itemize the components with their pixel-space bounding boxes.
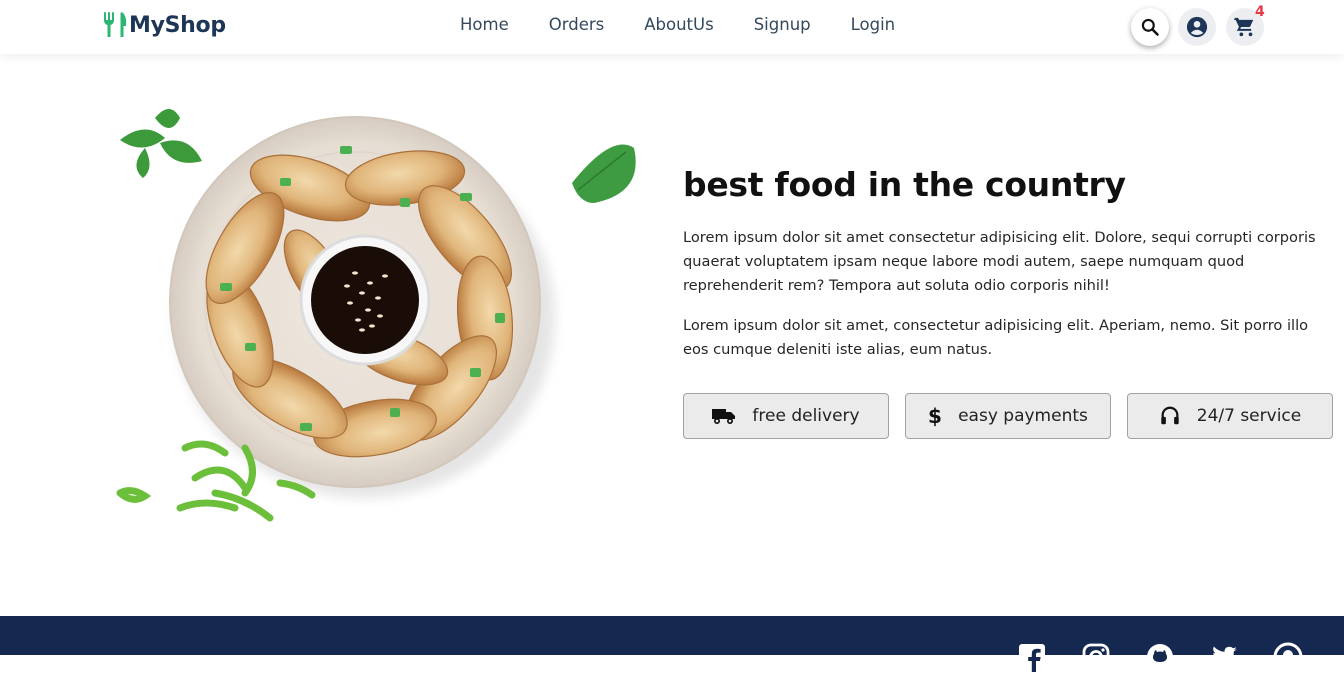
nav-aboutus[interactable]: AboutUs (644, 15, 713, 34)
utensils-icon (104, 12, 127, 37)
nav-orders[interactable]: Orders (549, 15, 605, 34)
nav-home[interactable]: Home (460, 15, 509, 34)
feature-easy-payments[interactable]: $ easy payments (905, 393, 1111, 439)
social-links (1017, 642, 1303, 672)
feature-label: 24/7 service (1196, 406, 1302, 426)
cart-count-badge: 4 (1255, 4, 1265, 20)
hero-paragraph-1: Lorem ipsum dolor sit amet consectetur a… (683, 229, 1316, 294)
github-icon[interactable] (1145, 642, 1175, 672)
brand-logo[interactable]: MyShop (102, 10, 226, 40)
cart-icon (1234, 17, 1254, 37)
truck-icon (712, 409, 736, 424)
search-icon (1141, 18, 1159, 36)
svg-text:$: $ (928, 405, 942, 427)
hero-content: best food in the country Lorem ipsum dol… (683, 165, 1333, 362)
hero-title: best food in the country (683, 165, 1126, 204)
footer (0, 616, 1344, 672)
headset-icon (1161, 406, 1179, 425)
feature-24-7-service[interactable]: 24/7 service (1127, 393, 1333, 439)
pinterest-icon[interactable] (1273, 642, 1303, 672)
account-icon (1186, 16, 1208, 38)
facebook-icon[interactable] (1017, 642, 1047, 672)
main-nav: Home Orders AboutUs Signup Login (460, 15, 895, 34)
twitter-icon[interactable] (1209, 642, 1239, 672)
nav-login[interactable]: Login (851, 15, 896, 34)
feature-free-delivery[interactable]: free delivery (683, 393, 889, 439)
brand-name: MyShop (129, 12, 226, 38)
account-button[interactable] (1178, 8, 1216, 46)
feature-label: easy payments (958, 406, 1088, 426)
feature-label: free delivery (752, 406, 860, 426)
instagram-icon[interactable] (1081, 642, 1111, 672)
dumplings-hero-image (116, 109, 636, 522)
feature-list: free delivery $ easy payments 24/7 servi… (683, 393, 1333, 439)
dollar-icon: $ (928, 405, 942, 427)
search-button[interactable] (1131, 8, 1169, 46)
hero-paragraph-2: Lorem ipsum dolor sit amet, consectetur … (683, 317, 1309, 358)
nav-signup[interactable]: Signup (754, 15, 811, 34)
top-navbar: MyShop Home Orders AboutUs Signup Login … (0, 0, 1344, 54)
